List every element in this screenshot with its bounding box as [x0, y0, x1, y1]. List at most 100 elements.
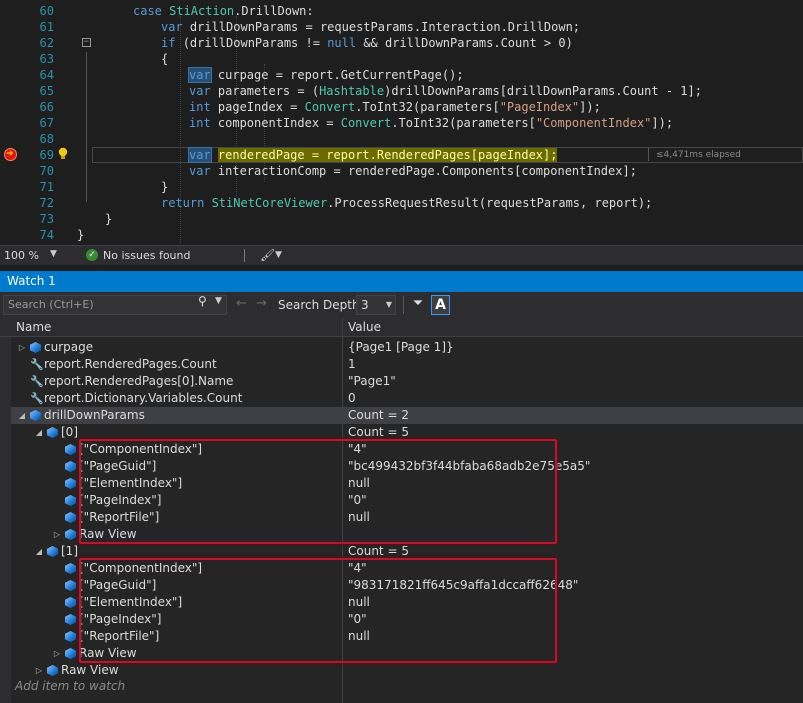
- code-token: Hashtable: [319, 84, 385, 98]
- line-number: 61: [39, 20, 54, 34]
- watch-name[interactable]: [0]: [61, 424, 78, 441]
- watch-value[interactable]: 0: [348, 390, 356, 407]
- search-depth-label: Search Depth:: [278, 298, 364, 312]
- collapse-icon[interactable]: ◢: [34, 543, 44, 560]
- highlight-box: [79, 439, 557, 544]
- code-token: null: [327, 36, 357, 50]
- watch-row[interactable]: ◢ drillDownParams Count = 2: [11, 407, 803, 424]
- chevron-down-icon[interactable]: ▼: [50, 249, 57, 259]
- object-icon: [65, 529, 76, 540]
- code-text: var interactionComp = renderedPage.Compo…: [189, 163, 637, 179]
- watch-name[interactable]: Raw View: [61, 662, 119, 679]
- arrow-right-icon[interactable]: →: [256, 296, 267, 311]
- chevron-down-icon[interactable]: ▼: [275, 250, 282, 260]
- watch-window-title[interactable]: Watch 1: [0, 271, 803, 292]
- code-token: }: [105, 212, 113, 226]
- zoom-level[interactable]: 100 %: [4, 249, 39, 262]
- code-token: int: [189, 116, 218, 130]
- line-number: 66: [39, 100, 54, 114]
- watch-row[interactable]: 🔧 report.Dictionary.Variables.Count 0: [11, 390, 803, 407]
- code-line[interactable]: 67 int componentIndex = Convert.ToInt32(p…: [0, 115, 803, 131]
- column-splitter[interactable]: [342, 318, 343, 337]
- watch-row[interactable]: ▷ Raw View: [11, 662, 803, 679]
- column-header-value[interactable]: Value: [348, 320, 381, 334]
- expand-icon[interactable]: ▷: [17, 339, 27, 356]
- line-number: 63: [39, 52, 54, 66]
- search-icon[interactable]: ⚲: [198, 294, 207, 308]
- issues-status[interactable]: No issues found: [103, 249, 190, 262]
- code-line[interactable]: 64 var curpage = report.GetCurrentPage();: [0, 67, 803, 83]
- code-line[interactable]: 74}: [0, 227, 803, 243]
- watch-name[interactable]: report.RenderedPages[0].Name: [44, 373, 233, 390]
- watch-value[interactable]: {Page1 [Page 1]}: [348, 339, 454, 356]
- execution-pointer-icon: ➔: [6, 149, 14, 159]
- watch-name[interactable]: [1]: [61, 543, 78, 560]
- collapse-icon[interactable]: ◢: [17, 407, 27, 424]
- line-number: 65: [39, 84, 54, 98]
- filter-icon[interactable]: ⏷: [410, 296, 426, 314]
- code-token: ]);: [579, 100, 601, 114]
- code-line[interactable]: 70 var interactionComp = renderedPage.Com…: [0, 163, 803, 179]
- highlight-box: [79, 558, 557, 663]
- code-line[interactable]: 73}: [0, 211, 803, 227]
- watch-row[interactable]: ▷ curpage {Page1 [Page 1]}: [11, 339, 803, 356]
- object-icon: [65, 563, 76, 574]
- code-token: ]);: [651, 116, 674, 130]
- code-line[interactable]: 60 case StiAction.DrillDown:: [0, 3, 803, 19]
- expand-icon[interactable]: ▷: [34, 662, 44, 679]
- divider: [244, 249, 245, 262]
- object-icon: [47, 427, 58, 438]
- expand-icon[interactable]: ▷: [52, 645, 62, 662]
- object-icon: [65, 631, 76, 642]
- search-input[interactable]: Search (Ctrl+E): [3, 295, 227, 315]
- code-line[interactable]: 71}: [0, 179, 803, 195]
- perf-tip[interactable]: ≤4,471ms elapsed: [656, 147, 741, 163]
- expand-icon[interactable]: ▷: [52, 526, 62, 543]
- column-header-name[interactable]: Name: [16, 320, 51, 334]
- watch-row[interactable]: 🔧 report.RenderedPages.Count 1: [11, 356, 803, 373]
- line-number: 73: [39, 212, 54, 226]
- code-token: "PageIndex": [499, 100, 580, 114]
- code-token: && drillDownParams.Count > 0): [356, 36, 573, 50]
- code-text: int pageIndex = Convert.ToInt32(paramete…: [189, 99, 601, 115]
- divider: [403, 296, 404, 314]
- watch-name[interactable]: report.RenderedPages.Count: [44, 356, 217, 373]
- watch-value[interactable]: 1: [348, 356, 356, 373]
- code-line[interactable]: 65 var parameters = (Hashtable)drillDownP…: [0, 83, 803, 99]
- lightbulb-icon[interactable]: [58, 147, 68, 160]
- code-line[interactable]: 61 var drillDownParams = requestParams.In…: [0, 19, 803, 35]
- code-line[interactable]: 72 return StiNetCoreViewer.ProcessRequest…: [0, 195, 803, 211]
- code-text: int componentIndex = Convert.ToInt32(par…: [189, 115, 673, 131]
- code-token: )drillDownParams[drillDownParams.Count -…: [384, 84, 702, 98]
- code-text: var parameters = (Hashtable)drillDownPar…: [189, 83, 702, 99]
- line-number: 74: [39, 228, 54, 242]
- code-editor[interactable]: − 60 case StiAction.DrillDown: 61 var drill…: [0, 0, 803, 245]
- watch-name[interactable]: report.Dictionary.Variables.Count: [44, 390, 242, 407]
- watch-row[interactable]: 🔧 report.RenderedPages[0].Name "Page1": [11, 373, 803, 390]
- code-cleanup-icon[interactable]: 🖌: [260, 248, 275, 262]
- match-case-button[interactable]: A: [431, 295, 450, 315]
- code-line[interactable]: 69 var renderedPage = report.RenderedPage…: [0, 147, 803, 163]
- code-token: int: [189, 100, 218, 114]
- code-line[interactable]: 68: [0, 131, 803, 147]
- watch-name[interactable]: drillDownParams: [44, 407, 145, 424]
- collapse-icon[interactable]: ◢: [34, 424, 44, 441]
- code-line[interactable]: 66 int pageIndex = Convert.ToInt32(parame…: [0, 99, 803, 115]
- chevron-down-icon[interactable]: ▼: [215, 296, 222, 306]
- line-number: 60: [39, 4, 54, 18]
- watch-value[interactable]: "Page1": [348, 373, 396, 390]
- add-watch-item-input[interactable]: Add item to watch: [15, 679, 125, 693]
- line-number: 71: [39, 180, 54, 194]
- line-number: 62: [39, 36, 54, 50]
- watch-value[interactable]: Count = 2: [348, 407, 409, 424]
- grid-header: Name Value: [0, 318, 803, 337]
- code-line[interactable]: 62 if (drillDownParams != null && drillDo…: [0, 35, 803, 51]
- code-text: }: [105, 211, 112, 227]
- search-depth-select[interactable]: 3 ▼: [356, 295, 396, 315]
- watch-name[interactable]: curpage: [44, 339, 93, 356]
- watch-grid: Name Value ▷ curpage {Page1 [Page 1]} 🔧 repo…: [0, 318, 803, 703]
- code-line[interactable]: 63 {: [0, 51, 803, 67]
- arrow-left-icon[interactable]: ←: [236, 296, 247, 311]
- code-token: var: [189, 164, 218, 178]
- code-token: StiNetCoreViewer: [211, 196, 328, 210]
